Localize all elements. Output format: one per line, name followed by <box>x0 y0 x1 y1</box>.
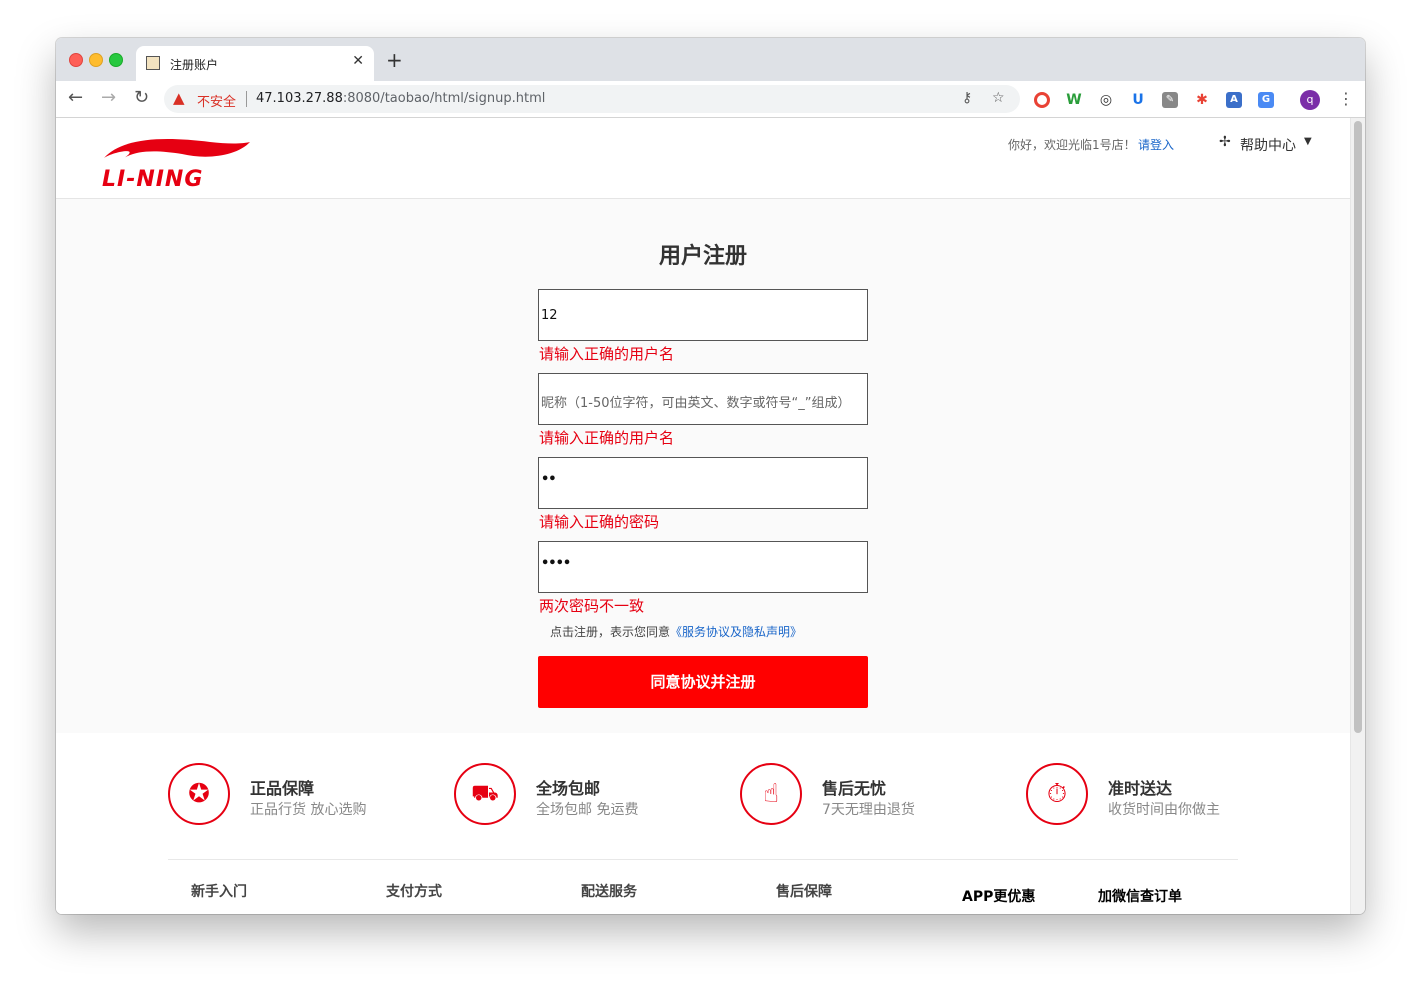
star-icon[interactable]: ☆ <box>992 90 1005 106</box>
w-extension-icon[interactable]: W <box>1066 92 1082 108</box>
nickname-input[interactable]: 昵称（1-50位字符，可由英文、数字或符号“_”组成） <box>538 373 868 425</box>
footer-link-delivery[interactable]: 配送服务 <box>581 881 637 901</box>
footer-link-app[interactable]: APP更优惠 <box>962 886 1035 906</box>
page-scrollbar[interactable] <box>1350 118 1365 914</box>
link-extension-icon[interactable]: ◎ <box>1098 92 1114 108</box>
key-icon[interactable]: ⚷ <box>962 90 972 106</box>
browser-window: 注册账户 ✕ + ← → ↻ ▲ 不安全 47.103.27.88:8080/t… <box>56 38 1365 914</box>
edit-extension-icon[interactable]: ✎ <box>1162 92 1178 108</box>
nickname-error: 请输入正确的用户名 <box>539 429 675 447</box>
agreement-link[interactable]: 《服务协议及隐私声明》 <box>670 625 802 639</box>
agreement-text: 点击注册，表示您同意《服务协议及隐私声明》 <box>550 623 802 640</box>
help-icon: ✢ <box>1219 134 1231 150</box>
free-truck-icon: ⛟ <box>454 763 516 825</box>
feature-title: 全场包邮 <box>536 779 601 798</box>
register-button[interactable]: 同意协议并注册 <box>538 656 868 708</box>
scrollbar-thumb[interactable] <box>1354 121 1362 733</box>
page-title: 用户注册 <box>658 244 747 269</box>
page-content: LI-NING 你好，欢迎光临1号店！ 请登入 ✢ 帮助中心 ▼ 用户注册 12… <box>56 118 1350 914</box>
site-header: LI-NING 你好，欢迎光临1号店！ 请登入 ✢ 帮助中心 ▼ <box>56 118 1350 199</box>
favicon-icon <box>146 56 160 70</box>
brand-logo[interactable]: LI-NING <box>102 132 252 194</box>
tab-strip: 注册账户 ✕ + <box>56 38 1365 81</box>
browser-toolbar: ← → ↻ ▲ 不安全 47.103.27.88:8080/taobao/htm… <box>56 81 1365 118</box>
confirm-password-input[interactable]: •••• <box>538 541 868 593</box>
feature-subtitle: 全场包邮 免运费 <box>536 802 639 818</box>
url-text[interactable]: 47.103.27.88:8080/taobao/html/signup.htm… <box>256 91 545 106</box>
username-value: 12 <box>541 308 558 323</box>
chrome-extension-icon[interactable] <box>1034 92 1050 108</box>
feature-title: 售后无忧 <box>822 779 887 798</box>
insecure-label[interactable]: 不安全 <box>197 91 236 110</box>
confirm-password-mask: •••• <box>541 556 571 571</box>
menu-icon[interactable]: ⋮ <box>1338 89 1354 108</box>
footer-divider <box>168 859 1238 860</box>
address-bar[interactable]: ▲ 不安全 47.103.27.88:8080/taobao/html/sign… <box>164 85 1020 113</box>
reload-icon[interactable]: ↻ <box>134 87 149 108</box>
nickname-placeholder: 昵称（1-50位字符，可由英文、数字或符号“_”组成） <box>541 396 851 411</box>
minimize-window-button[interactable] <box>89 53 103 67</box>
username-input[interactable]: 12 <box>538 289 868 341</box>
award-icon: ✪ <box>168 763 230 825</box>
footer-link-payment[interactable]: 支付方式 <box>386 881 442 901</box>
address-separator <box>246 91 247 107</box>
welcome-text: 你好，欢迎光临1号店！ <box>1008 138 1136 152</box>
footer-link-wechat[interactable]: 加微信查订单 <box>1098 886 1182 906</box>
username-error: 请输入正确的用户名 <box>539 345 675 363</box>
feature-subtitle: 7天无理由退货 <box>822 802 915 818</box>
forward-icon[interactable]: → <box>101 87 116 108</box>
pinwheel-extension-icon[interactable]: ✱ <box>1194 92 1210 108</box>
tab-title: 注册账户 <box>170 58 219 72</box>
u-extension-icon[interactable]: U <box>1130 92 1146 108</box>
feature-subtitle: 正品行货 放心选购 <box>250 802 367 818</box>
back-icon[interactable]: ← <box>68 87 83 108</box>
maximize-window-button[interactable] <box>109 53 123 67</box>
feature-title: 正品保障 <box>250 779 315 798</box>
new-tab-button[interactable]: + <box>386 48 403 72</box>
login-link[interactable]: 请登入 <box>1138 136 1174 153</box>
footer-link-beginner[interactable]: 新手入门 <box>191 881 247 901</box>
brand-wordmark: LI-NING <box>102 167 203 190</box>
help-center-link[interactable]: 帮助中心 <box>1240 135 1296 155</box>
profile-avatar[interactable]: q <box>1300 90 1320 110</box>
feature-subtitle: 收货时间由你做主 <box>1108 802 1220 818</box>
thumbs-up-icon: ☝ <box>740 763 802 825</box>
feature-title: 准时送达 <box>1108 779 1173 798</box>
footer-link-after-sales[interactable]: 售后保障 <box>776 881 832 901</box>
tab-signup[interactable]: 注册账户 ✕ <box>136 46 374 81</box>
features-section: ✪ 正品保障 正品行货 放心选购 ⛟ 全场包邮 全场包邮 免运费 ☝ 售后无忧 … <box>56 733 1350 914</box>
a-extension-icon[interactable]: A <box>1226 92 1242 108</box>
stopwatch-icon: ⏱ <box>1026 763 1088 825</box>
password-input[interactable]: •• <box>538 457 868 509</box>
url-host: 47.103.27.88 <box>256 91 343 106</box>
confirm-password-error: 两次密码不一致 <box>539 597 645 615</box>
agreement-prefix: 点击注册，表示您同意 <box>550 625 671 639</box>
url-path: :8080/taobao/html/signup.html <box>342 91 546 106</box>
warning-icon: ▲ <box>173 89 185 107</box>
tab-close-icon[interactable]: ✕ <box>352 53 364 69</box>
password-error: 请输入正确的密码 <box>539 513 660 531</box>
translate-extension-icon[interactable]: G <box>1258 92 1274 108</box>
password-mask: •• <box>541 472 557 487</box>
close-window-button[interactable] <box>69 53 83 67</box>
chevron-down-icon[interactable]: ▼ <box>1304 136 1312 147</box>
